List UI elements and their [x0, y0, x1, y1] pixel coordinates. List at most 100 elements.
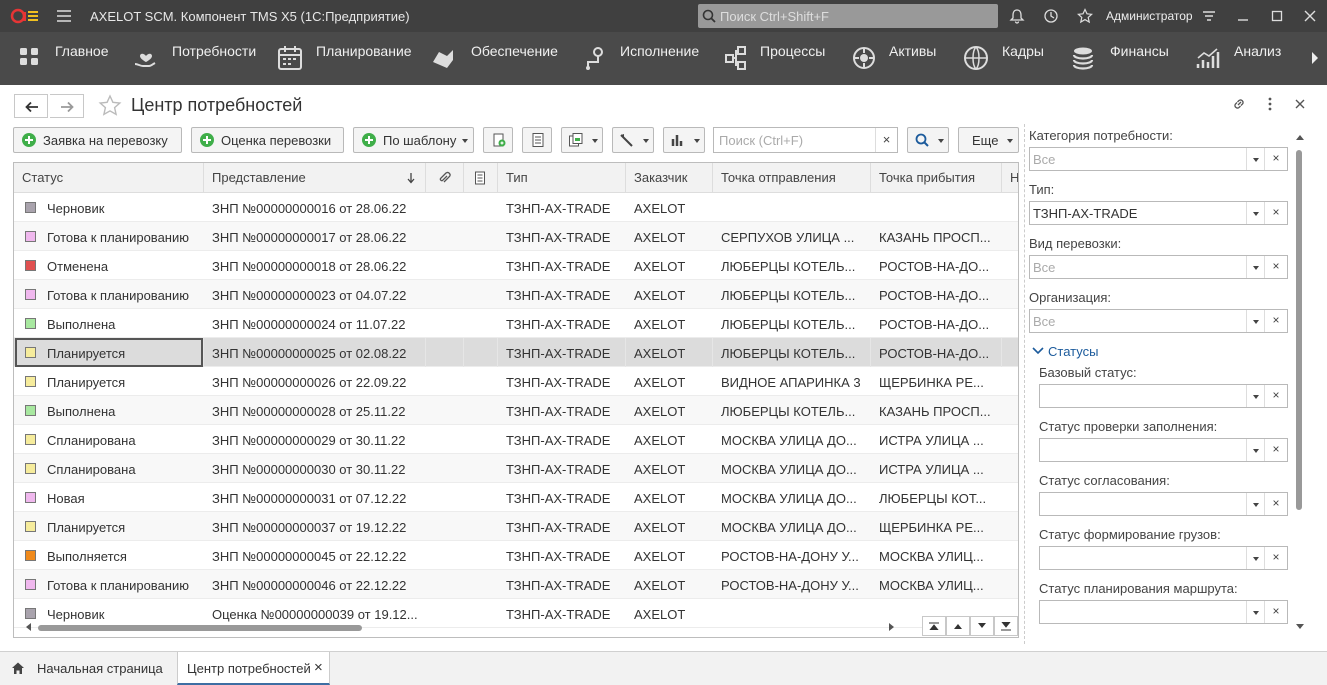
more-button[interactable]: Еще: [958, 127, 1019, 153]
repr-cell[interactable]: ЗНП №00000000023 от 04.07.22: [204, 280, 426, 309]
customer-cell[interactable]: AXELOT: [626, 251, 713, 280]
hamburger-menu-icon[interactable]: [56, 9, 72, 23]
cargo-clear-button[interactable]: ×: [1264, 547, 1287, 569]
favorite-star-icon[interactable]: [98, 94, 122, 118]
customer-cell[interactable]: AXELOT: [626, 512, 713, 541]
table-row[interactable]: Черновик ЗНП №00000000016 от 28.06.22 ТЗНП…: [14, 193, 1018, 222]
section-staff[interactable]: Кадры: [950, 32, 1060, 85]
to-cell[interactable]: ИСТРА УЛИЦА ...: [871, 425, 1002, 454]
vertical-scroll-thumb[interactable]: [1296, 150, 1302, 510]
tab-needs-center[interactable]: Центр потребностей ×: [177, 652, 330, 685]
icon-cell[interactable]: [464, 396, 498, 425]
scroll-up-icon[interactable]: [1296, 134, 1304, 140]
icon-cell[interactable]: [464, 570, 498, 599]
repr-cell[interactable]: ЗНП №00000000026 от 22.09.22: [204, 367, 426, 396]
to-cell[interactable]: ЛЮБЕРЦЫ КОТ...: [871, 483, 1002, 512]
table-row[interactable]: Спланирована ЗНП №00000000029 от 30.11.22…: [14, 425, 1018, 454]
column-destination[interactable]: Точка прибытия: [871, 163, 1002, 193]
repr-cell[interactable]: ЗНП №00000000028 от 25.11.22: [204, 396, 426, 425]
repr-cell[interactable]: ЗНП №00000000016 от 28.06.22: [204, 193, 426, 222]
status-cell[interactable]: Готова к планированию: [14, 570, 204, 599]
type-cell[interactable]: ТЗНП-АХ-TRADE: [498, 193, 626, 222]
status-cell[interactable]: Планируется: [14, 367, 204, 396]
maximize-icon[interactable]: [1269, 8, 1285, 24]
more-vertical-icon[interactable]: [1262, 96, 1278, 112]
icon-cell[interactable]: [426, 222, 464, 251]
customer-cell[interactable]: AXELOT: [626, 338, 713, 367]
from-cell[interactable]: РОСТОВ-НА-ДОНУ У...: [713, 570, 871, 599]
customer-cell[interactable]: AXELOT: [626, 425, 713, 454]
settings-menu-icon[interactable]: [1201, 8, 1217, 24]
status-cell[interactable]: Новая: [14, 483, 204, 512]
route-dropdown-button[interactable]: [1246, 601, 1264, 623]
type-cell[interactable]: ТЗНП-АХ-TRADE: [498, 396, 626, 425]
type-dropdown-button[interactable]: [1246, 202, 1264, 224]
repr-cell[interactable]: ЗНП №00000000018 от 28.06.22: [204, 251, 426, 280]
status-cell[interactable]: Отменена: [14, 251, 204, 280]
customer-cell[interactable]: AXELOT: [626, 367, 713, 396]
icon-cell[interactable]: [426, 396, 464, 425]
cargo-dropdown-button[interactable]: [1246, 547, 1264, 569]
icon-cell[interactable]: [426, 251, 464, 280]
table-row[interactable]: Выполнена ЗНП №00000000024 от 11.07.22 ТЗН…: [14, 309, 1018, 338]
column-origin[interactable]: Точка отправления: [713, 163, 871, 193]
status-cell[interactable]: Черновик: [14, 193, 204, 222]
section-needs[interactable]: Потребности: [120, 32, 260, 85]
customer-cell[interactable]: AXELOT: [626, 483, 713, 512]
scroll-down-icon[interactable]: [1296, 624, 1304, 630]
type-cell[interactable]: ТЗНП-АХ-TRADE: [498, 280, 626, 309]
column-status[interactable]: Статус: [14, 163, 204, 193]
repr-cell[interactable]: ЗНП №00000000045 от 22.12.22: [204, 541, 426, 570]
from-cell[interactable]: МОСКВА УЛИЦА ДО...: [713, 425, 871, 454]
icon-cell[interactable]: [464, 483, 498, 512]
from-cell[interactable]: СЕРПУХОВ УЛИЦА ...: [713, 222, 871, 251]
status-cell[interactable]: Готова к планированию: [14, 222, 204, 251]
repr-cell[interactable]: ЗНП №00000000025 от 02.08.22: [204, 338, 426, 367]
icon-cell[interactable]: [464, 222, 498, 251]
table-row[interactable]: Отменена ЗНП №00000000018 от 28.06.22 ТЗНП…: [14, 251, 1018, 280]
table-row[interactable]: Спланирована ЗНП №00000000030 от 30.11.22…: [14, 454, 1018, 483]
transport-kind-dropdown-button[interactable]: [1246, 256, 1264, 278]
table-row[interactable]: Готова к планированию ЗНП №00000000023 от…: [14, 280, 1018, 309]
icon-cell[interactable]: [464, 280, 498, 309]
customer-cell[interactable]: AXELOT: [626, 222, 713, 251]
to-cell[interactable]: ЩЕРБИНКА РЕ...: [871, 512, 1002, 541]
status-cell[interactable]: Выполняется: [14, 541, 204, 570]
section-finance[interactable]: Финансы: [1060, 32, 1180, 85]
by-template-button[interactable]: По шаблону: [353, 127, 474, 153]
type-cell[interactable]: ТЗНП-АХ-TRADE: [498, 483, 626, 512]
status-cell[interactable]: Выполнена: [14, 396, 204, 425]
customer-cell[interactable]: AXELOT: [626, 396, 713, 425]
search-button[interactable]: [907, 127, 949, 153]
bell-icon[interactable]: [1009, 8, 1025, 24]
from-cell[interactable]: [713, 193, 871, 222]
report-button[interactable]: [522, 127, 552, 153]
charts-button[interactable]: [663, 127, 705, 153]
to-cell[interactable]: МОСКВА УЛИЦ...: [871, 541, 1002, 570]
column-representation[interactable]: Представление: [204, 163, 426, 193]
transport-request-button[interactable]: Заявка на перевозку: [13, 127, 182, 153]
transport-kind-clear-button[interactable]: ×: [1264, 256, 1287, 278]
search-clear-button[interactable]: ×: [875, 128, 897, 152]
repr-cell[interactable]: ЗНП №00000000046 от 22.12.22: [204, 570, 426, 599]
route-clear-button[interactable]: ×: [1264, 601, 1287, 623]
icon-cell[interactable]: [426, 309, 464, 338]
global-search-input[interactable]: Поиск Ctrl+Shift+F: [698, 4, 998, 28]
icon-cell[interactable]: [464, 367, 498, 396]
section-main[interactable]: Главное: [0, 32, 120, 85]
go-next-button[interactable]: [970, 616, 994, 636]
customer-cell[interactable]: AXELOT: [626, 309, 713, 338]
column-more[interactable]: Н: [1002, 163, 1018, 193]
scroll-right-icon[interactable]: [888, 623, 894, 631]
repr-cell[interactable]: ЗНП №00000000030 от 30.11.22: [204, 454, 426, 483]
current-user[interactable]: Администратор: [1106, 9, 1193, 23]
to-cell[interactable]: РОСТОВ-НА-ДО...: [871, 338, 1002, 367]
repr-cell[interactable]: ЗНП №00000000037 от 19.12.22: [204, 512, 426, 541]
repr-cell[interactable]: ЗНП №00000000017 от 28.06.22: [204, 222, 426, 251]
customer-cell[interactable]: AXELOT: [626, 193, 713, 222]
status-cell[interactable]: Спланирована: [14, 425, 204, 454]
create-based-on-button[interactable]: [561, 127, 603, 153]
icon-cell[interactable]: [464, 541, 498, 570]
fill-check-status-field[interactable]: ×: [1039, 438, 1288, 462]
tab-home[interactable]: Начальная страница: [0, 652, 175, 685]
